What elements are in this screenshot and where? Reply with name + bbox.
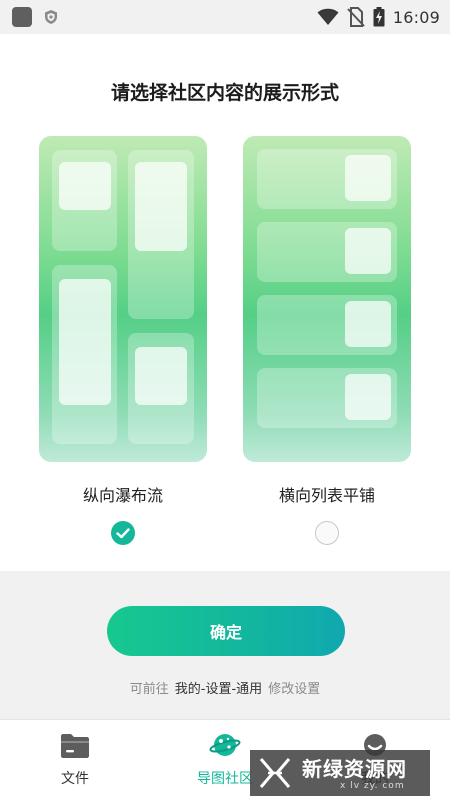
preview-row-image <box>345 301 391 347</box>
preview-row <box>257 222 397 282</box>
hint-prefix: 可前往 <box>129 682 169 697</box>
nav-tab-files[interactable]: 文件 <box>15 720 135 800</box>
no-sim-icon <box>347 7 365 27</box>
preview-tile <box>52 265 117 444</box>
planet-icon <box>209 734 241 756</box>
preview-row <box>257 368 397 428</box>
app-icon <box>12 7 32 27</box>
watermark-subtext: x lv zy. com <box>340 781 405 791</box>
preview-tile-image <box>135 347 187 405</box>
hint-settings-path: 我的-设置-通用 <box>174 682 263 697</box>
preview-tile-image <box>59 279 111 405</box>
layout-chooser-panel: 请选择社区内容的展示形式 纵向瀑布流 横向列表平铺 <box>0 34 450 571</box>
status-time: 16:09 <box>392 7 440 27</box>
hint-suffix: 修改设置 <box>268 682 321 697</box>
page-title: 请选择社区内容的展示形式 <box>110 82 339 104</box>
preview-row-image <box>345 374 391 420</box>
preview-tile <box>128 150 194 319</box>
option-label-waterfall[interactable]: 纵向瀑布流 <box>39 482 207 506</box>
waterfall-layout-preview[interactable] <box>39 136 207 462</box>
check-icon <box>116 528 130 539</box>
shield-icon <box>45 10 57 24</box>
preview-tile-image <box>135 162 187 251</box>
nav-label-files: 文件 <box>61 771 89 787</box>
status-bar: 16:09 <box>0 0 450 34</box>
watermark-text: 新绿资源网 <box>302 757 407 781</box>
preview-tile <box>52 150 117 251</box>
preview-tile-image <box>59 162 111 210</box>
folder-icon <box>61 734 89 758</box>
radio-horizontal-list[interactable] <box>315 521 339 545</box>
preview-row <box>257 149 397 209</box>
confirm-button[interactable]: 确定 <box>107 606 345 656</box>
horizontal-list-layout-preview[interactable] <box>243 136 411 462</box>
preview-row-image <box>345 155 391 201</box>
radio-waterfall-selected[interactable] <box>111 521 135 545</box>
settings-hint: 可前往 我的-设置-通用 修改设置 <box>0 678 450 697</box>
preview-row <box>257 295 397 355</box>
wifi-icon <box>317 8 339 26</box>
site-watermark: 新绿资源网 x lv zy. com <box>250 750 430 796</box>
watermark-logo-icon <box>259 758 291 788</box>
option-label-horizontal-list[interactable]: 横向列表平铺 <box>243 482 411 506</box>
preview-row-image <box>345 228 391 274</box>
battery-charging-icon <box>373 7 385 27</box>
preview-tile <box>128 333 194 444</box>
